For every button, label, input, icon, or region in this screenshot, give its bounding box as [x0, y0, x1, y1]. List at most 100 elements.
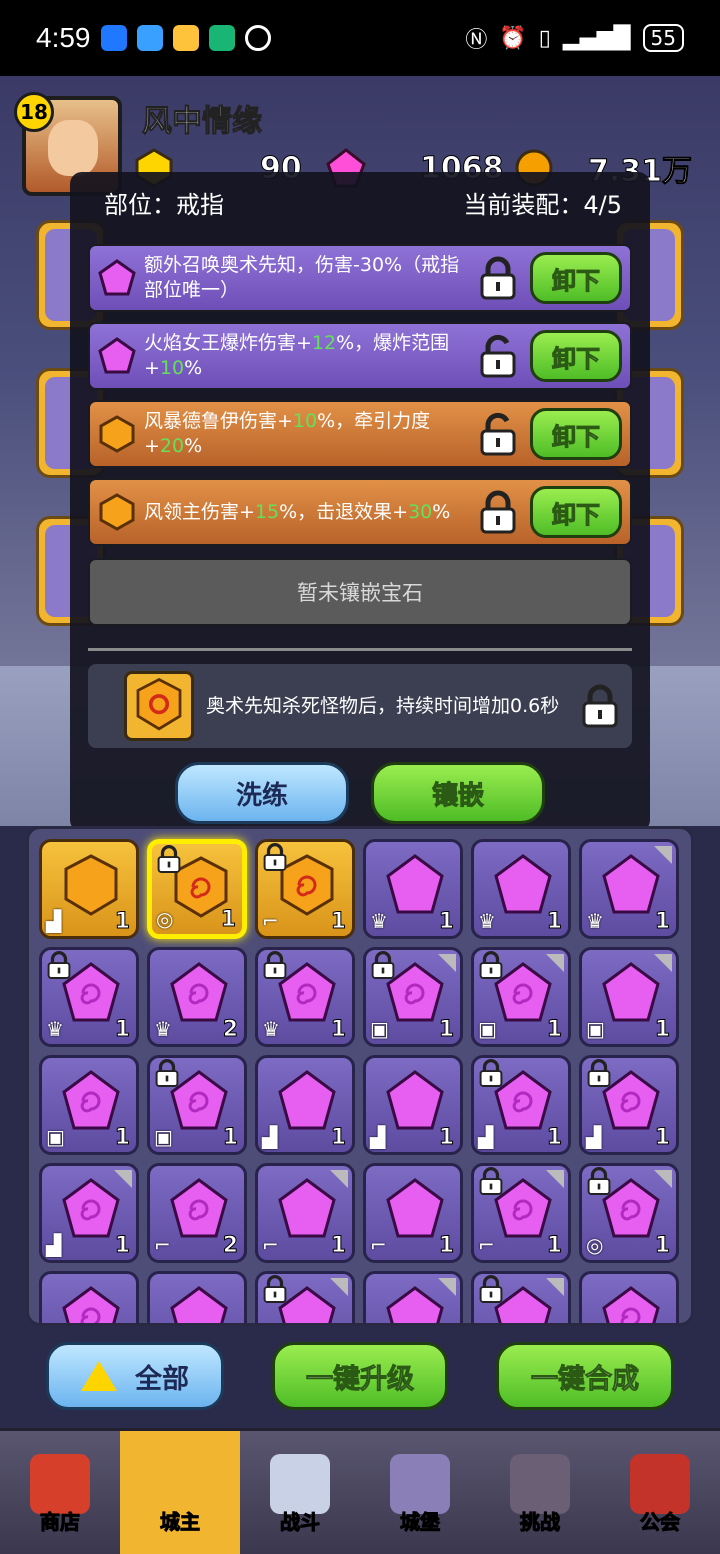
gem-cell[interactable] — [255, 1271, 355, 1323]
filter-all-label: 全部 — [135, 1363, 189, 1395]
gem-count: 2 — [222, 1233, 238, 1259]
lock-icon — [478, 1166, 504, 1196]
castle-icon — [390, 1453, 450, 1514]
corner-marker-icon — [438, 1278, 456, 1296]
gem-cell[interactable]: ♛ 1 — [39, 947, 139, 1047]
unload-button[interactable]: 卸下 — [530, 408, 622, 460]
dialog-divider — [88, 648, 632, 651]
gem-count: 1 — [546, 1017, 562, 1043]
gem-cell[interactable] — [39, 1271, 139, 1323]
socket-slot[interactable]: 火焰女王爆炸伤害+12%，爆炸范围+10% 卸下 — [88, 322, 632, 390]
lock-icon[interactable] — [580, 684, 620, 728]
crown-part-icon: ♛ — [478, 909, 496, 933]
gem-cell[interactable]: ▣ 1 — [363, 947, 463, 1047]
selected-gem-description: 奥术先知杀死怪物后，持续时间增加0.6秒 — [206, 695, 560, 717]
nav-item[interactable]: 挑战 — [480, 1431, 600, 1554]
gem-inventory-panel[interactable]: ▟ 1 ◎ 1 ⌐ 1 ♛ 1 ♛ 1 ♛ 1 ♛ 1 ♛ 2 ♛ 1 ▣ 1 ▣ 1 ▣ 1 ▣ 1 ▣ 1 ▟ 1 ▟ 1 ▟ 1 ▟ 1 ▟ 1 ⌐ 2… — [26, 826, 694, 1326]
gem-cell[interactable]: ♛ 1 — [579, 839, 679, 939]
purple-gem-icon — [492, 852, 554, 918]
one-click-upgrade-button[interactable]: 一键升级 — [272, 1342, 448, 1410]
unlock-icon[interactable] — [478, 334, 518, 378]
gem-cell[interactable]: ⌐ 1 — [255, 1163, 355, 1263]
effect-value: 10 — [292, 410, 318, 432]
gem-cell[interactable]: ▟ 1 — [579, 1055, 679, 1155]
unload-button[interactable]: 卸下 — [530, 330, 622, 382]
gem-cell[interactable]: ▟ 1 — [363, 1055, 463, 1155]
gem-count: 1 — [546, 1125, 562, 1151]
boot-part-icon: ▟ — [46, 1233, 62, 1257]
gem-count: 1 — [438, 1125, 454, 1151]
gem-cell[interactable] — [147, 1271, 247, 1323]
wash-button[interactable]: 洗练 — [175, 762, 349, 824]
inlay-button[interactable]: 镶嵌 — [371, 762, 545, 824]
one-click-combine-button[interactable]: 一键合成 — [496, 1342, 674, 1410]
nav-item[interactable]: 战斗 — [240, 1431, 360, 1554]
gem-cell[interactable]: ▣ 1 — [579, 947, 679, 1047]
gem-cell[interactable]: ⌐ 1 — [363, 1163, 463, 1263]
gem-cell[interactable]: ▣ 1 — [39, 1055, 139, 1155]
lock-icon[interactable] — [478, 490, 518, 534]
shop-icon — [30, 1453, 90, 1514]
lock-icon — [154, 1058, 180, 1088]
boot-part-icon: ▟ — [46, 909, 62, 933]
gem-cell[interactable]: ♛ 1 — [363, 839, 463, 939]
corner-marker-icon — [654, 954, 672, 972]
status-time: 4:59 — [36, 22, 91, 53]
armor-part-icon: ▣ — [478, 1017, 497, 1041]
gold-gem-icon — [98, 415, 136, 453]
nav-item[interactable]: 商店 — [0, 1431, 120, 1554]
socket-slot[interactable]: 风暴德鲁伊伤害+10%，牵引力度+20% 卸下 — [88, 400, 632, 468]
gem-cell[interactable]: ▣ 1 — [471, 947, 571, 1047]
effect-value: 12 — [311, 332, 337, 354]
nav-item[interactable]: 城主 — [120, 1431, 240, 1554]
gem-cell[interactable]: ◎ 1 — [147, 839, 247, 939]
socket-slot[interactable]: 额外召唤奥术先知，伤害-30%（戒指部位唯一） 卸下 — [88, 244, 632, 312]
gem-cell[interactable]: ⌐ 1 — [471, 1163, 571, 1263]
gem-cell[interactable]: ♛ 2 — [147, 947, 247, 1047]
purple-gem-icon — [384, 1284, 446, 1323]
filter-all-button[interactable]: 全部 — [46, 1342, 224, 1410]
gem-cell[interactable]: ▟ 1 — [255, 1055, 355, 1155]
corner-marker-icon — [654, 1170, 672, 1188]
empty-socket-slot[interactable]: 暂未镶嵌宝石 — [88, 558, 632, 626]
gem-cell[interactable]: ⌐ 2 — [147, 1163, 247, 1263]
nav-item[interactable]: 城堡 — [360, 1431, 480, 1554]
lock-icon — [586, 1166, 612, 1196]
corner-marker-icon — [654, 846, 672, 864]
purple-gem-icon — [60, 1068, 122, 1134]
nav-item[interactable]: 公会 — [600, 1431, 720, 1554]
unlock-icon[interactable] — [478, 412, 518, 456]
gem-cell[interactable]: ▟ 1 — [39, 839, 139, 939]
gem-cell[interactable]: ♛ 1 — [255, 947, 355, 1047]
purple-gem-icon — [384, 852, 446, 918]
gem-cell[interactable] — [471, 1271, 571, 1323]
gem-cell[interactable]: ▟ 1 — [39, 1163, 139, 1263]
unload-button[interactable]: 卸下 — [530, 252, 622, 304]
effect-value: 10 — [159, 357, 185, 379]
bottom-navigation: 商店 城主 战斗 城堡 挑战 公会 — [0, 1428, 720, 1554]
gem-cell[interactable]: ⌐ 1 — [255, 839, 355, 939]
corner-marker-icon — [546, 1278, 564, 1296]
gem-count: 1 — [114, 1233, 130, 1259]
gem-cell[interactable]: ♛ 1 — [471, 839, 571, 939]
unload-button[interactable]: 卸下 — [530, 486, 622, 538]
ring-part-icon: ◎ — [156, 907, 174, 931]
socket-slot[interactable]: 风领主伤害+15%，击退效果+30% 卸下 — [88, 478, 632, 546]
gem-cell[interactable] — [579, 1271, 679, 1323]
purple-gem-icon — [384, 1176, 446, 1242]
app-notification-icon — [208, 25, 235, 51]
lock-icon[interactable] — [478, 256, 518, 300]
socket-effect-text: 额外召唤奥术先知，伤害-30%（戒指部位唯一） — [144, 253, 474, 303]
effect-text: %，击退效果+ — [279, 500, 409, 523]
lock-icon — [478, 950, 504, 980]
armor-part-icon: ▣ — [46, 1125, 65, 1149]
gem-cell[interactable]: ◎ 1 — [579, 1163, 679, 1263]
gem-cell[interactable]: ▟ 1 — [471, 1055, 571, 1155]
gem-cell[interactable] — [363, 1271, 463, 1323]
dialog-header: 部位：戒指 当前装配：4/5 — [104, 182, 622, 222]
status-bar: 4:59 Ⓝ ⏰ ▯ ▂▄▆█ 55 — [0, 0, 720, 76]
nav-label: 公会 — [640, 1509, 681, 1534]
gem-count: 1 — [330, 1125, 346, 1151]
eye-icon — [244, 25, 271, 51]
gem-cell[interactable]: ▣ 1 — [147, 1055, 247, 1155]
